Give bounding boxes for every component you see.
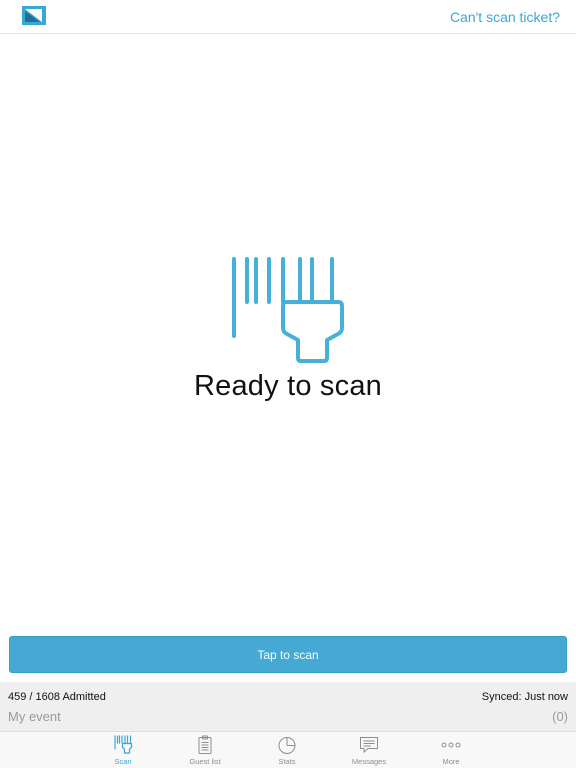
event-count: (0) (552, 709, 568, 724)
status-panel: 459 / 1608 Admitted Synced: Just now My … (0, 682, 576, 731)
tab-more[interactable]: More (410, 732, 492, 768)
tab-label-stats: Stats (278, 757, 296, 766)
tab-bar: Scan Guest list Stats Messages More (0, 731, 576, 768)
scanner-screen: Can't scan ticket? Ready to scan Tap to … (0, 0, 576, 768)
barcode-scanner-icon (232, 257, 344, 363)
scanner-icon (114, 735, 133, 754)
tap-to-scan-button[interactable]: Tap to scan (9, 636, 567, 673)
app-logo-icon[interactable] (22, 6, 46, 25)
tab-scan[interactable]: Scan (82, 732, 164, 768)
tab-label-guest-list: Guest list (189, 757, 221, 766)
admitted-count: 459 / 1608 Admitted (8, 691, 106, 703)
tab-messages[interactable]: Messages (328, 732, 410, 768)
top-bar: Can't scan ticket? (0, 0, 576, 34)
tab-label-more: More (442, 757, 460, 766)
sync-status: Synced: Just now (481, 691, 568, 703)
pie-chart-icon (278, 737, 296, 754)
event-name[interactable]: My event (8, 709, 61, 724)
more-dots-icon (441, 742, 461, 748)
ready-to-scan-text: Ready to scan (194, 370, 382, 402)
tab-guest-list[interactable]: Guest list (164, 732, 246, 768)
clipboard-icon (198, 735, 212, 754)
tab-label-scan: Scan (114, 757, 132, 766)
tab-stats[interactable]: Stats (246, 732, 328, 768)
message-icon (360, 737, 378, 754)
cant-scan-ticket-link[interactable]: Can't scan ticket? (450, 9, 560, 25)
tab-label-messages: Messages (351, 757, 387, 766)
